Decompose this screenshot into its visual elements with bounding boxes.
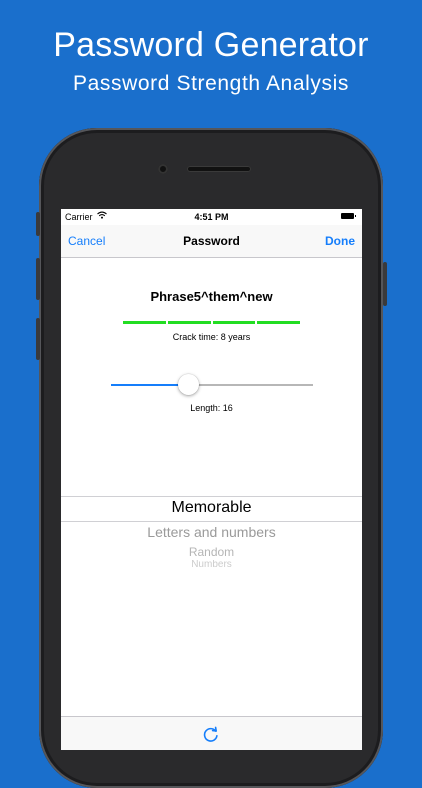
speaker-grille: [187, 166, 251, 172]
promo-subtitle: Password Strength Analysis: [73, 72, 349, 95]
length-slider-thumb[interactable]: [177, 374, 199, 395]
volume-up-button: [36, 258, 40, 300]
navigation-bar: Cancel Password Done: [61, 225, 362, 258]
picker-option[interactable]: Numbers: [61, 560, 362, 567]
type-picker[interactable]: Memorable Letters and numbers Random Num…: [61, 496, 362, 576]
strength-segment: [212, 321, 256, 324]
length-slider-fill: [111, 384, 188, 386]
picker-divider-top: [61, 496, 362, 497]
picker-option[interactable]: Random: [61, 545, 362, 559]
strength-meter: [123, 321, 300, 324]
done-button[interactable]: Done: [325, 234, 355, 248]
status-time: 4:51 PM: [194, 212, 229, 222]
length-label: Length: 16: [190, 403, 233, 413]
promo-title: Password Generator: [53, 26, 369, 64]
bottom-toolbar: [61, 716, 362, 750]
battery-icon: [341, 213, 356, 219]
picker-option[interactable]: Letters and numbers: [61, 524, 362, 540]
strength-segment: [257, 321, 300, 324]
power-button: [383, 262, 387, 306]
refresh-icon[interactable]: [202, 726, 220, 744]
picker-selected-option[interactable]: Memorable: [61, 499, 362, 517]
status-bar: Carrier 4:51 PM: [61, 209, 362, 225]
app-screen: Carrier 4:51 PM Cancel Password Done Phr…: [61, 209, 362, 750]
length-slider[interactable]: [111, 374, 313, 395]
nav-title: Password: [183, 234, 240, 248]
mute-switch: [36, 212, 40, 236]
crack-time-label: Crack time: 8 years: [172, 332, 251, 342]
strength-segment: [123, 321, 166, 324]
camera-icon: [158, 164, 168, 174]
picker-divider-bottom: [61, 521, 362, 522]
generated-password: Phrase5^them^new: [150, 289, 273, 304]
strength-segment: [167, 321, 211, 324]
volume-down-button: [36, 318, 40, 360]
